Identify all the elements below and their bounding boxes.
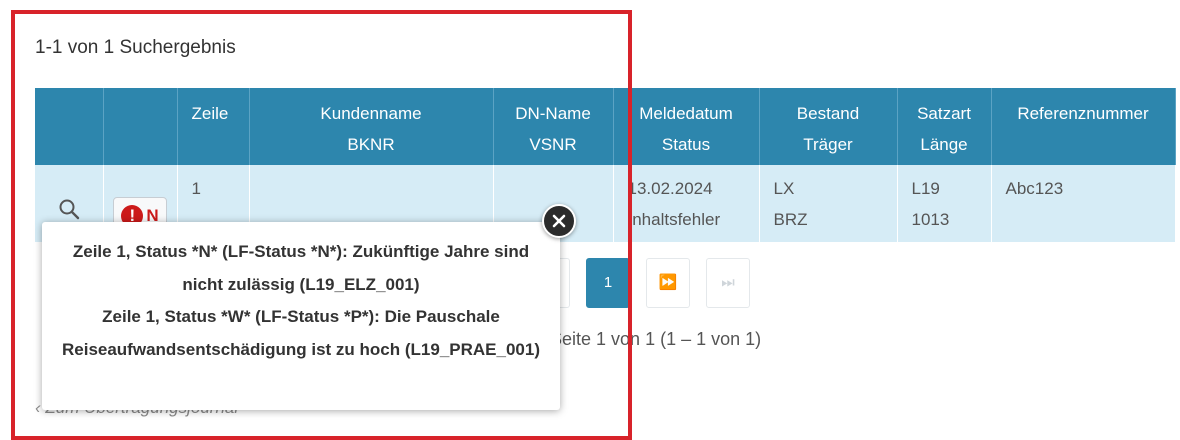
header-laenge-label: Länge	[920, 135, 968, 154]
header-status-label: Status	[661, 135, 711, 154]
page-info: Seite 1 von 1 (1 – 1 von 1)	[550, 329, 762, 349]
header-referenznummer-label: Referenznummer	[1017, 104, 1149, 123]
header-satzart-label: Satzart	[917, 104, 971, 123]
header-bestand-label: Bestand	[796, 104, 860, 123]
cell-bestand: LX BRZ	[759, 165, 898, 242]
last-page-icon: ⏭	[721, 274, 735, 291]
header-dn-name-label: DN-Name	[515, 104, 591, 123]
cell-traeger-value: BRZ	[773, 210, 808, 229]
cell-status-value: Inhaltsfehler	[627, 210, 721, 229]
header-dn-name[interactable]: DN-Name VSNR	[493, 88, 614, 165]
cell-bestand-value: LX	[773, 179, 795, 198]
header-vsnr-label: VSNR	[529, 135, 577, 154]
result-count: 1-1 von 1 Suchergebnis	[35, 37, 236, 58]
cell-zeile-value: 1	[191, 179, 201, 198]
cell-satzart: L19 1013	[897, 165, 992, 242]
page-last-button[interactable]: ⏭	[706, 258, 750, 308]
table-header-row: Zeile Kundenname BKNR DN-Name VSNR Meldeda…	[35, 88, 1176, 165]
cell-referenznummer: Abc123	[991, 165, 1176, 242]
page-1-button[interactable]: 1	[586, 258, 630, 308]
header-status-icon	[103, 88, 178, 165]
cell-meldedatum: 13.02.2024 Inhaltsfehler	[613, 165, 760, 242]
header-traeger-label: Träger	[803, 135, 853, 154]
header-referenznummer[interactable]: Referenznummer	[991, 88, 1176, 165]
header-kundenname[interactable]: Kundenname BKNR	[249, 88, 494, 165]
cell-laenge-value: 1013	[911, 210, 950, 229]
tooltip-message-2: Zeile 1, Status *W* (LF-Status *P*): Die…	[61, 307, 540, 359]
header-kundenname-label: Kundenname	[320, 104, 422, 123]
error-tooltip: Zeile 1, Status *N* (LF-Status *N*): Zuk…	[42, 222, 560, 410]
header-meldedatum-label: Meldedatum	[639, 104, 733, 123]
cell-satzart-value: L19	[911, 179, 940, 198]
tooltip-message-1: Zeile 1, Status *N* (LF-Status *N*): Zuk…	[72, 242, 530, 294]
header-zeile[interactable]: Zeile	[177, 88, 250, 165]
header-view	[35, 88, 104, 165]
tooltip-close-button[interactable]	[542, 204, 576, 238]
header-satzart[interactable]: Satzart Länge	[897, 88, 992, 165]
header-bknr-label: BKNR	[347, 135, 395, 154]
close-icon	[552, 214, 566, 228]
next-page-icon: ⏩	[658, 274, 678, 291]
cell-referenznummer-value: Abc123	[1005, 179, 1064, 198]
cell-meldedatum-value: 13.02.2024	[627, 179, 713, 198]
header-meldedatum[interactable]: Meldedatum Status	[613, 88, 760, 165]
header-zeile-label: Zeile	[191, 104, 229, 123]
page-next-button[interactable]: ⏩	[646, 258, 690, 308]
results-table: Zeile Kundenname BKNR DN-Name VSNR Meldeda…	[35, 88, 1176, 242]
header-bestand[interactable]: Bestand Träger	[759, 88, 898, 165]
